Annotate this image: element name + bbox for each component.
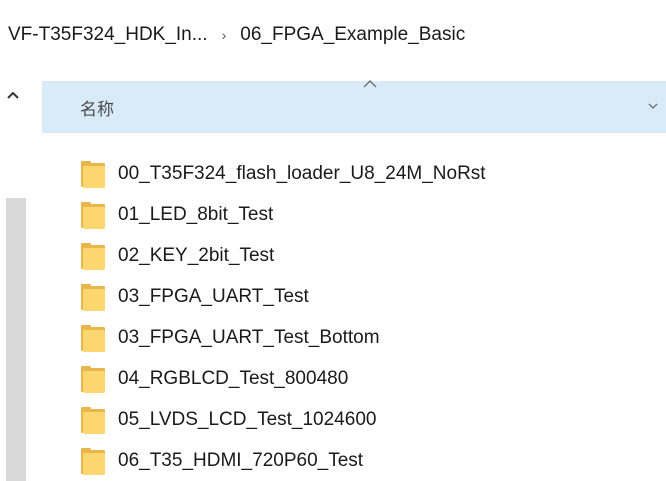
file-name: 06_T35_HDMI_720P60_Test <box>118 449 364 471</box>
chevron-down-icon[interactable] <box>646 99 660 113</box>
folder-icon <box>81 324 105 352</box>
file-name: 01_LED_8bit_Test <box>118 203 274 225</box>
file-list-item[interactable]: 05_LVDS_LCD_Test_1024600 <box>80 399 666 440</box>
navigation-pane-scrollbar[interactable] <box>0 80 26 481</box>
folder-icon <box>81 242 105 270</box>
column-header-name[interactable]: 名称 <box>42 80 666 133</box>
folder-icon <box>81 365 105 393</box>
folder-icon <box>81 406 105 434</box>
breadcrumb: VF-T35F324_HDK_In... › 06_FPGA_Example_B… <box>0 0 666 70</box>
sort-ascending-icon <box>360 77 380 91</box>
breadcrumb-item-parent[interactable]: VF-T35F324_HDK_In... <box>8 24 208 46</box>
file-name: 04_RGBLCD_Test_800480 <box>118 367 349 389</box>
scrollbar-thumb[interactable] <box>6 198 26 481</box>
file-name: 02_KEY_2bit_Test <box>118 244 275 266</box>
file-list: 00_T35F324_flash_loader_U8_24M_NoRst 01_… <box>80 153 666 481</box>
file-name: 00_T35F324_flash_loader_U8_24M_NoRst <box>118 162 486 184</box>
file-list-item[interactable]: 00_T35F324_flash_loader_U8_24M_NoRst <box>80 153 666 194</box>
folder-icon <box>81 201 105 229</box>
file-name: 03_FPGA_UART_Test_Bottom <box>118 326 380 348</box>
breadcrumb-item-current[interactable]: 06_FPGA_Example_Basic <box>240 24 465 46</box>
file-list-item[interactable]: 02_KEY_2bit_Test <box>80 235 666 276</box>
folder-icon <box>81 283 105 311</box>
file-list-item[interactable]: 03_FPGA_UART_Test_Bottom <box>80 317 666 358</box>
file-name: 03_FPGA_UART_Test <box>118 285 309 307</box>
file-list-item[interactable]: 01_LED_8bit_Test <box>80 194 666 235</box>
file-name: 05_LVDS_LCD_Test_1024600 <box>118 408 377 430</box>
file-list-item[interactable]: 03_FPGA_UART_Test <box>80 276 666 317</box>
folder-icon <box>81 160 105 188</box>
folder-icon <box>81 447 105 475</box>
column-header-label: 名称 <box>80 100 114 120</box>
breadcrumb-separator[interactable]: › <box>222 27 227 43</box>
file-list-item[interactable]: 04_RGBLCD_Test_800480 <box>80 358 666 399</box>
scroll-up-arrow-icon[interactable] <box>4 86 22 104</box>
file-list-item[interactable]: 06_T35_HDMI_720P60_Test <box>80 440 666 481</box>
